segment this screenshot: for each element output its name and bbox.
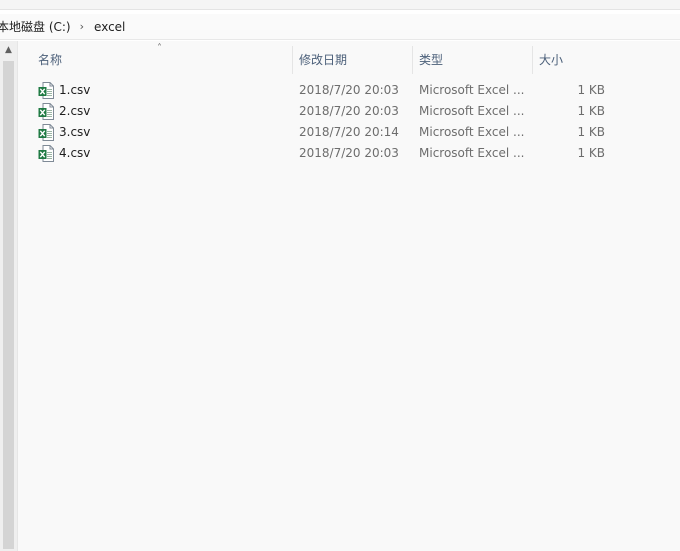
excel-file-icon — [38, 145, 54, 162]
file-type: Microsoft Excel ... — [419, 83, 525, 97]
breadcrumb-excel[interactable]: excel — [94, 20, 125, 34]
file-modified: 2018/7/20 20:03 — [299, 104, 399, 118]
file-type: Microsoft Excel ... — [419, 146, 525, 160]
file-size: 1 KB — [577, 146, 605, 160]
column-header-type[interactable]: 类型 — [412, 46, 532, 74]
column-header-name[interactable]: 名称 — [32, 46, 292, 74]
file-row[interactable]: 1.csv 2018/7/20 20:03 Microsoft Excel ..… — [18, 80, 618, 101]
column-header-modified[interactable]: 修改日期 — [292, 46, 412, 74]
file-row[interactable]: 4.csv 2018/7/20 20:03 Microsoft Excel ..… — [18, 143, 618, 164]
excel-file-icon — [38, 124, 54, 141]
vertical-scrollbar[interactable]: ▲ — [0, 41, 18, 551]
excel-file-icon — [38, 103, 54, 120]
file-size: 1 KB — [577, 83, 605, 97]
file-size: 1 KB — [577, 125, 605, 139]
file-type: Microsoft Excel ... — [419, 125, 525, 139]
breadcrumb-local-disk[interactable]: 本地磁盘 (C:) — [0, 18, 71, 35]
file-row[interactable]: 2.csv 2018/7/20 20:03 Microsoft Excel ..… — [18, 101, 618, 122]
address-bar[interactable]: 本地磁盘 (C:) › excel — [0, 14, 680, 40]
file-name: 1.csv — [59, 83, 91, 97]
window-top-strip — [0, 0, 680, 10]
chevron-right-icon[interactable]: › — [80, 20, 84, 33]
scrollbar-thumb[interactable] — [3, 61, 14, 549]
excel-file-icon — [38, 82, 54, 99]
file-type: Microsoft Excel ... — [419, 104, 525, 118]
file-size: 1 KB — [577, 104, 605, 118]
file-modified: 2018/7/20 20:03 — [299, 146, 399, 160]
scroll-up-arrow-icon[interactable]: ▲ — [0, 41, 17, 58]
file-modified: 2018/7/20 20:14 — [299, 125, 399, 139]
file-name: 4.csv — [59, 146, 91, 160]
file-modified: 2018/7/20 20:03 — [299, 83, 399, 97]
file-name: 2.csv — [59, 104, 91, 118]
column-header-size[interactable]: 大小 — [532, 46, 612, 74]
file-name: 3.csv — [59, 125, 91, 139]
file-row[interactable]: 3.csv 2018/7/20 20:14 Microsoft Excel ..… — [18, 122, 618, 143]
